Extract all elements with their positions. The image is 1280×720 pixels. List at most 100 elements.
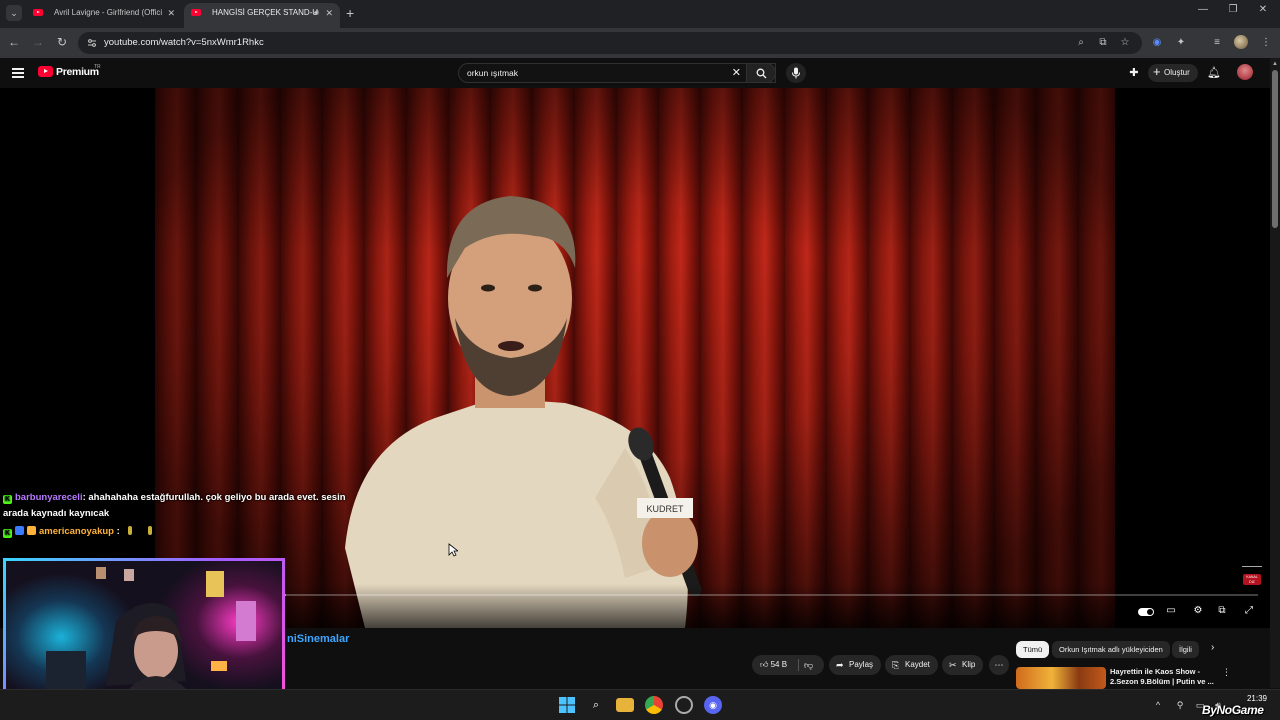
emote-icon bbox=[148, 526, 153, 535]
page-scrollbar[interactable]: ▲ bbox=[1270, 58, 1280, 688]
mouse-cursor-icon bbox=[448, 543, 458, 557]
browser-tabstrip: ⌄ Avril Lavigne - Girlfriend (Offici ✕ H… bbox=[0, 0, 1280, 28]
bookmark-icon: ⎘ bbox=[892, 660, 900, 670]
youtube-logo-icon[interactable] bbox=[38, 66, 53, 77]
account-avatar[interactable] bbox=[1237, 64, 1253, 80]
install-app-icon[interactable]: ⧉ bbox=[1096, 36, 1110, 50]
window-close-icon[interactable]: ✕ bbox=[1248, 4, 1278, 15]
windows-start-icon[interactable] bbox=[558, 696, 576, 714]
back-icon[interactable]: ← bbox=[6, 34, 22, 50]
emote-icon bbox=[128, 526, 133, 535]
chevron-right-icon[interactable]: › bbox=[1211, 642, 1214, 653]
comedian-figure: KUDRET bbox=[345, 196, 702, 628]
channel-name-link[interactable]: niSinemalar bbox=[287, 633, 349, 645]
browser-toolbar: ← → ↻ youtube.com/watch?v=5nxWmr1Rhkc ⌕ … bbox=[0, 28, 1280, 58]
forward-icon[interactable]: → bbox=[30, 34, 46, 50]
miniplayer-icon[interactable]: ⧉ bbox=[1215, 604, 1229, 618]
extensions-puzzle-icon[interactable]: ✦ bbox=[1173, 35, 1189, 51]
tab-avril-lavigne[interactable]: Avril Lavigne - Girlfriend (Offici ✕ bbox=[26, 3, 182, 28]
youtube-favicon-icon bbox=[33, 9, 43, 16]
youtube-favicon-icon bbox=[191, 9, 201, 16]
notifications-bell-icon[interactable]: 🔔︎ bbox=[1207, 66, 1221, 80]
subscriber-badge-icon bbox=[15, 526, 24, 535]
chat-text: : ahahahaha estağfurullah. çok geliyo bu… bbox=[82, 492, 346, 503]
windows-taskbar: ⌕ ◉ ^ ⚲ ▭ 🔊︎ 21:39 bbox=[0, 689, 1280, 720]
channel-watermark-logo: KANAL DIZ bbox=[1241, 566, 1263, 586]
discord-icon[interactable]: ◉ bbox=[704, 696, 722, 714]
chat-message: Kbarbunyareceli: ahahahaha estağfurullah… bbox=[3, 490, 346, 506]
fullscreen-icon[interactable]: ⤢ bbox=[1242, 604, 1256, 618]
chat-username: barbunyareceli bbox=[15, 492, 83, 503]
screen: ⌄ Avril Lavigne - Girlfriend (Offici ✕ H… bbox=[0, 0, 1280, 720]
search-icon bbox=[756, 68, 767, 79]
chip-uploader[interactable]: Orkun Işıtmak adlı yükleyiciden bbox=[1052, 641, 1170, 658]
reload-icon[interactable]: ↻ bbox=[54, 34, 70, 50]
kick-badge-icon: K bbox=[3, 529, 12, 538]
like-count: 54 B bbox=[770, 660, 788, 669]
chip-related[interactable]: İlgili bbox=[1172, 641, 1199, 658]
hamburger-menu-icon[interactable] bbox=[12, 68, 24, 78]
scrollbar-thumb[interactable] bbox=[1272, 70, 1278, 228]
tab-hangisi-gercek[interactable]: HANGİSİ GERÇEK STAND-U 🔊︎ ✕ bbox=[184, 3, 340, 28]
chip-all[interactable]: Tümü bbox=[1016, 641, 1050, 658]
more-actions-icon[interactable]: ⋯ bbox=[989, 655, 1009, 675]
chrome-icon[interactable] bbox=[645, 696, 663, 714]
thumbs-up-icon: 👍︎ bbox=[760, 660, 769, 669]
obs-icon[interactable] bbox=[675, 696, 693, 714]
file-explorer-icon[interactable] bbox=[616, 698, 634, 712]
like-dislike-group: 👍︎ 54 B 👎︎ bbox=[752, 655, 824, 675]
voice-search-button[interactable] bbox=[786, 63, 806, 83]
chat-message-continuation: arada kaynadı kaynıcak bbox=[3, 508, 110, 519]
search-button[interactable] bbox=[746, 63, 776, 83]
tray-pin-icon[interactable]: ⚲ bbox=[1174, 699, 1186, 711]
autoplay-toggle[interactable] bbox=[1138, 608, 1154, 616]
site-info-icon[interactable] bbox=[87, 38, 97, 48]
recommended-video-thumbnail[interactable] bbox=[1016, 667, 1106, 689]
subtitles-icon[interactable]: ▭ bbox=[1164, 604, 1178, 618]
clock-time: 21:39 bbox=[1246, 694, 1268, 703]
create-button[interactable]: Oluştur bbox=[1148, 63, 1198, 82]
tab-close-icon[interactable]: ✕ bbox=[167, 3, 175, 23]
scroll-up-icon[interactable]: ▲ bbox=[1272, 61, 1278, 67]
zoom-icon[interactable]: ⌕ bbox=[1074, 36, 1088, 50]
bookmark-star-icon[interactable]: ☆ bbox=[1118, 36, 1132, 50]
cast-icon[interactable]: ✚ bbox=[1127, 66, 1141, 80]
clip-button[interactable]: ✂ Klip bbox=[942, 655, 984, 675]
chat-text: : bbox=[113, 526, 120, 537]
search-query: orkun ışıtmak bbox=[467, 68, 519, 78]
share-button[interactable]: ➦ Paylaş bbox=[829, 655, 882, 675]
media-control-icon[interactable]: ≡ bbox=[1209, 35, 1225, 51]
tab-search-icon[interactable]: ⌄ bbox=[6, 5, 22, 21]
like-button[interactable]: 👍︎ 54 B bbox=[760, 655, 787, 675]
chat-username: americanoyakup bbox=[39, 526, 114, 537]
tab-close-icon[interactable]: ✕ bbox=[325, 3, 333, 23]
save-button[interactable]: ⎘ Kaydet bbox=[885, 655, 938, 675]
recommendation-menu-icon[interactable]: ⋮ bbox=[1222, 667, 1231, 678]
video-player[interactable]: KUDRET KANAL DIZ ▭ ⚙ ⧉ ⤢ bbox=[0, 88, 1270, 628]
taskbar-search-icon[interactable]: ⌕ bbox=[587, 696, 605, 714]
dislike-button[interactable]: 👎︎ bbox=[804, 655, 813, 675]
recommended-video-title[interactable]: Hayrettin ile Kaos Show - 2.Sezon 9.Bölü… bbox=[1110, 667, 1220, 687]
video-frame: KUDRET bbox=[155, 88, 1115, 628]
tray-overflow-icon[interactable]: ^ bbox=[1152, 699, 1164, 711]
create-label: Oluştur bbox=[1164, 68, 1190, 77]
new-tab-icon[interactable]: + bbox=[346, 5, 354, 21]
stream-watermark: ByNoGame bbox=[1202, 703, 1264, 717]
speaker-icon[interactable]: 🔊︎ bbox=[314, 3, 319, 23]
settings-gear-icon[interactable]: ⚙ bbox=[1191, 604, 1205, 618]
minimize-icon[interactable]: — bbox=[1188, 4, 1218, 15]
youtube-premium-logo[interactable]: Premium bbox=[56, 66, 99, 78]
address-bar[interactable]: youtube.com/watch?v=5nxWmr1Rhkc ⌕ ⧉ ☆ bbox=[78, 32, 1142, 54]
browser-profile-avatar[interactable] bbox=[1234, 35, 1248, 49]
browser-menu-icon[interactable]: ⋮ bbox=[1258, 35, 1274, 51]
tab-title: HANGİSİ GERÇEK STAND-U bbox=[212, 8, 319, 17]
clip-label: Klip bbox=[962, 660, 976, 669]
tab-title: Avril Lavigne - Girlfriend (Offici bbox=[54, 8, 163, 17]
share-icon: ➦ bbox=[836, 660, 844, 670]
restore-icon[interactable]: ❐ bbox=[1218, 4, 1248, 15]
microphone-icon bbox=[792, 67, 800, 79]
search-input[interactable]: orkun ışıtmak ✕ bbox=[458, 63, 776, 83]
extension-icon[interactable]: ◉ bbox=[1149, 35, 1165, 51]
save-label: Kaydet bbox=[905, 660, 930, 669]
clear-search-icon[interactable]: ✕ bbox=[732, 64, 741, 82]
